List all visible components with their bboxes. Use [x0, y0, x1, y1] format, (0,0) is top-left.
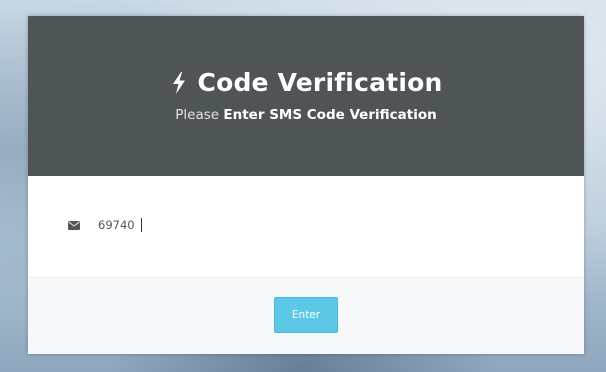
- text-cursor: [141, 218, 142, 232]
- subtitle-emphasis: Enter SMS Code Verification: [223, 107, 437, 123]
- bolt-icon: [170, 71, 188, 95]
- title-row: Code Verification: [28, 16, 584, 97]
- envelope-icon: [68, 220, 80, 230]
- code-field-row: [68, 218, 142, 232]
- page-title: Code Verification: [197, 68, 443, 97]
- verification-card: Code Verification Please Enter SMS Code …: [28, 16, 584, 354]
- card-footer: Enter: [28, 277, 584, 354]
- page-subtitle: Please Enter SMS Code Verification: [28, 107, 584, 123]
- subtitle-prefix: Please: [175, 107, 224, 123]
- card-header: Code Verification Please Enter SMS Code …: [28, 16, 584, 176]
- sms-code-input[interactable]: [98, 218, 140, 232]
- card-body: [28, 176, 584, 277]
- code-input-wrap[interactable]: [98, 218, 142, 232]
- enter-button[interactable]: Enter: [274, 296, 338, 333]
